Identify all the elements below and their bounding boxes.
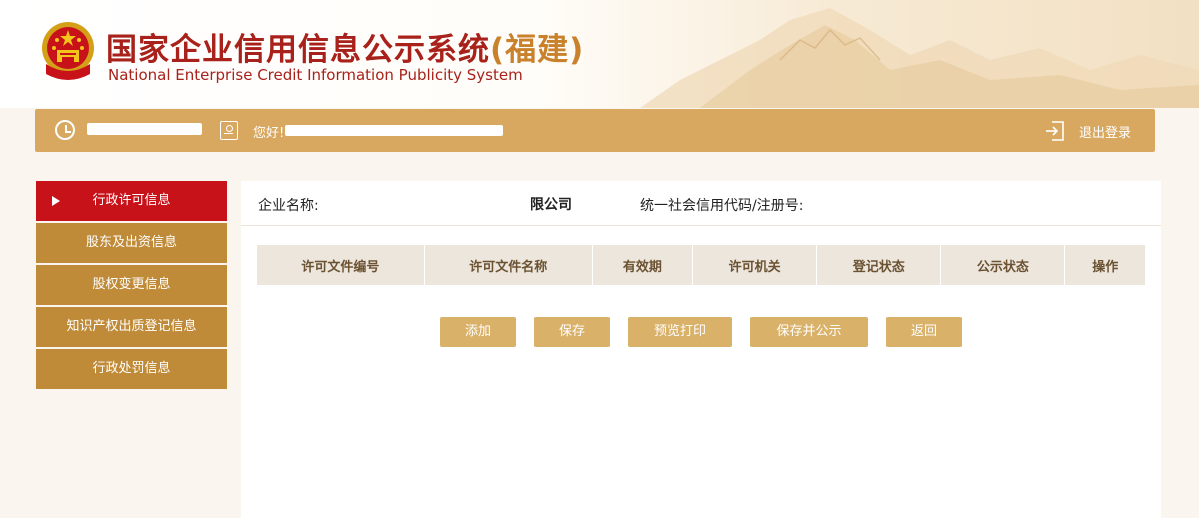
sidebar-item-label: 股权变更信息 [92,277,171,292]
sidebar-item-equity-change[interactable]: 股权变更信息 [36,265,227,305]
mountain-illustration [640,8,1199,108]
site-header: 国家企业信用信息公示系统(福建) National Enterprise Cre… [0,0,1199,108]
column-header: 许可机关 [692,245,818,285]
table-header-row: 许可文件编号 许可文件名称 有效期 许可机关 登记状态 公示状态 操作 [257,245,1145,285]
column-header: 登记状态 [816,245,942,285]
sidebar-item-admin-license[interactable]: 行政许可信息 [36,181,227,221]
sidebar-item-label: 知识产权出质登记信息 [66,319,197,334]
column-header: 许可文件名称 [424,245,593,285]
user-bar: 您好! 退出登录 [35,109,1155,152]
sidebar-item-ip-pledge[interactable]: 知识产权出质登记信息 [36,307,227,347]
national-emblem-icon [42,22,94,80]
sidebar-item-label: 行政许可信息 [92,193,171,208]
sidebar-item-label: 股东及出资信息 [85,235,177,250]
sidebar: 行政许可信息 股东及出资信息 股权变更信息 知识产权出质登记信息 行政处罚信息 [36,181,227,391]
back-button[interactable]: 返回 [886,317,962,347]
company-info-bar: 企业名称: 限公司 统一社会信用代码/注册号: [241,181,1161,226]
preview-print-button[interactable]: 预览打印 [628,317,732,347]
clock-icon [55,120,75,140]
site-title-main: 国家企业信用信息公示系统 [106,32,490,68]
column-header: 许可文件编号 [257,245,425,285]
sidebar-item-admin-penalty[interactable]: 行政处罚信息 [36,349,227,389]
credit-code-label: 统一社会信用代码/注册号: [640,198,804,214]
logout-icon[interactable] [1045,120,1065,142]
site-title-region: (福建) [490,32,585,68]
company-name-value: 限公司 [530,197,572,213]
main-panel: 企业名称: 限公司 统一社会信用代码/注册号: 许可文件编号 许可文件名称 有效… [241,181,1161,518]
greeting-text: 您好! [253,126,285,141]
site-title: 国家企业信用信息公示系统(福建) [106,24,584,69]
site-title-en: National Enterprise Credit Information P… [108,66,523,84]
redacted-username [285,125,503,136]
redacted-datetime [87,123,202,135]
column-header: 操作 [1064,245,1145,285]
sidebar-item-shareholder[interactable]: 股东及出资信息 [36,223,227,263]
license-table: 许可文件编号 许可文件名称 有效期 许可机关 登记状态 公示状态 操作 [257,245,1145,285]
save-and-publish-button[interactable]: 保存并公示 [750,317,868,347]
id-card-icon [220,121,238,140]
company-name-label: 企业名称: [258,198,319,214]
column-header: 公示状态 [940,245,1066,285]
sidebar-item-label: 行政处罚信息 [92,361,171,376]
add-button[interactable]: 添加 [440,317,516,347]
save-button[interactable]: 保存 [534,317,610,347]
column-header: 有效期 [592,245,694,285]
logout-link[interactable]: 退出登录 [1079,122,1131,141]
